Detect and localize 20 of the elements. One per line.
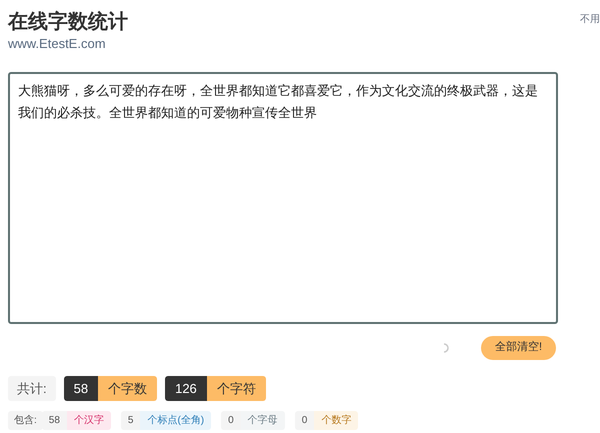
loading-icon: [442, 342, 451, 352]
breakdown-count: 58: [42, 410, 67, 430]
breakdown-unit: 个字母: [240, 410, 285, 430]
breakdown-count: 0: [294, 410, 314, 430]
text-input-field[interactable]: 大熊猫呀，多么可爱的存在呀，全世界都知道它都喜爱它，作为文化交流的终极武器，这是我们的必杀技。全世界都知道的可爱物种宣传全世界: [8, 72, 558, 324]
total-label: 共计:: [8, 376, 56, 400]
breakdown-unit: 个汉字: [66, 410, 111, 430]
breakdown-unit: 个数字: [314, 410, 358, 430]
page-title: 在线字数统计: [8, 10, 128, 34]
site-url: www.EtestE.com: [8, 35, 106, 53]
total-unit: 个字数: [98, 376, 158, 400]
total-count: 126: [165, 376, 207, 400]
total-count: 58: [64, 376, 98, 400]
total-unit: 个字符: [206, 376, 266, 400]
side-note: 不用: [580, 13, 600, 27]
breakdown-unit: 个标点(全角): [140, 410, 212, 430]
breakdown-label: 包含:: [8, 410, 43, 430]
breakdown-count: 0: [221, 410, 241, 430]
breakdown-count: 5: [120, 410, 140, 430]
clear-all-button[interactable]: 全部清空!: [480, 336, 556, 360]
